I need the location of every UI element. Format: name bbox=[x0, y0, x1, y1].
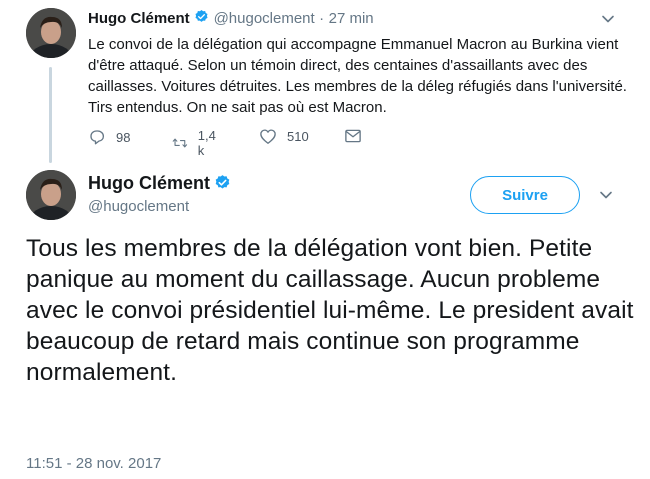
author-handle[interactable]: @hugoclement bbox=[214, 10, 315, 27]
retweet-button[interactable]: 1,4 k bbox=[172, 128, 220, 158]
avatar-reply-tweet[interactable] bbox=[26, 8, 76, 58]
thread-line bbox=[49, 67, 52, 163]
tweet-timestamp[interactable]: 11:51 - 28 nov. 2017 bbox=[26, 455, 161, 472]
main-tweet-text: Tous les membres de la délégation vont b… bbox=[26, 235, 634, 386]
replies-count: 98 bbox=[116, 129, 131, 145]
verified-badge-icon bbox=[194, 9, 209, 29]
follow-button[interactable]: Suivre bbox=[470, 176, 580, 214]
tweet-time[interactable]: 27 min bbox=[329, 10, 374, 27]
reply-tweet-text: Le convoi de la délégation qui accompagn… bbox=[88, 36, 627, 116]
retweet-icon bbox=[172, 138, 188, 148]
like-icon bbox=[260, 129, 276, 144]
reply-tweet-header: Hugo Clément @hugoclement · 27 min bbox=[88, 9, 374, 29]
header-separator: · bbox=[319, 10, 325, 28]
author-name[interactable]: Hugo Clément bbox=[88, 173, 210, 193]
message-icon bbox=[345, 129, 361, 143]
avatar-main-tweet[interactable] bbox=[26, 170, 76, 220]
main-tweet-author: Hugo Clément bbox=[88, 173, 231, 196]
author-name[interactable]: Hugo Clément bbox=[88, 10, 190, 27]
reply-button[interactable]: 98 bbox=[88, 128, 130, 146]
likes-count: 510 bbox=[287, 129, 309, 144]
reply-icon bbox=[90, 130, 105, 145]
verified-badge-icon bbox=[214, 174, 231, 196]
message-button[interactable] bbox=[344, 128, 362, 144]
retweets-count: 1,4 k bbox=[197, 128, 216, 158]
like-button[interactable]: 510 bbox=[259, 128, 309, 145]
author-handle[interactable]: @hugoclement bbox=[88, 198, 189, 215]
chevron-down-icon[interactable] bbox=[599, 188, 613, 207]
chevron-down-icon[interactable] bbox=[601, 12, 615, 31]
